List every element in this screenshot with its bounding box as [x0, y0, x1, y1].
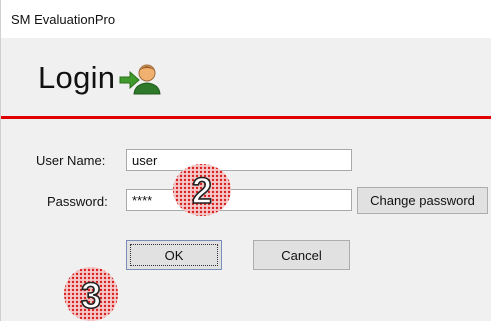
cancel-button[interactable]: Cancel [253, 240, 350, 270]
badge-2-number: 2 [192, 170, 212, 211]
title-bar: SM EvaluationPro [1, 0, 491, 38]
header-divider [1, 116, 491, 119]
password-input[interactable] [126, 189, 352, 211]
username-label: User Name: [36, 153, 106, 168]
login-window: SM EvaluationPro Login User Name: Passwo… [0, 0, 491, 321]
username-input[interactable] [126, 149, 352, 171]
annotation-badge-3: 3 [64, 267, 118, 321]
focus-rectangle [130, 244, 218, 266]
badge-3-number: 3 [81, 275, 101, 316]
window-title: SM EvaluationPro [11, 12, 116, 27]
password-label: Password: [47, 194, 108, 209]
login-header: Login [1, 38, 491, 116]
cancel-button-label: Cancel [281, 247, 322, 263]
change-password-button[interactable]: Change password [357, 187, 488, 214]
change-password-label: Change password [370, 193, 475, 208]
annotation-badge-2: 2 [173, 164, 231, 216]
ok-button[interactable]: OK [126, 240, 222, 270]
user-arrow-icon [119, 64, 161, 95]
page-title: Login [38, 60, 116, 95]
